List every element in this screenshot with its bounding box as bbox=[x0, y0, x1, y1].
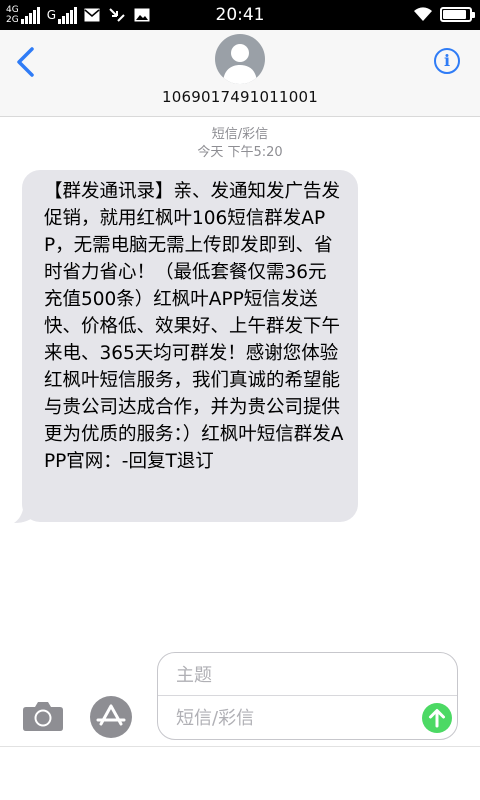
back-button[interactable] bbox=[14, 46, 38, 78]
status-bar: 4G 2G G 20:41 bbox=[0, 0, 480, 30]
conversation-header: 1069017491011001 i bbox=[0, 30, 480, 117]
wifi-icon bbox=[414, 7, 432, 22]
compose-divider bbox=[158, 695, 457, 696]
message-timestamp: 今天 下午5:20 bbox=[197, 145, 283, 160]
subject-input[interactable] bbox=[174, 659, 448, 691]
contact-avatar[interactable] bbox=[215, 34, 265, 84]
incoming-message-bubble[interactable]: 【群发通讯录】亲、发通知发广告发促销，就用红枫叶106短信群发APP，无需电脑无… bbox=[22, 170, 358, 522]
status-time: 20:41 bbox=[215, 5, 265, 25]
battery-icon bbox=[440, 6, 475, 22]
info-icon: i bbox=[443, 51, 451, 70]
conversation-meta: 短信/彩信 今天 下午5:20 bbox=[0, 126, 480, 162]
contact-number[interactable]: 1069017491011001 bbox=[0, 88, 480, 106]
app-store-icon bbox=[96, 704, 126, 726]
bottom-divider bbox=[0, 746, 480, 747]
info-button[interactable]: i bbox=[434, 48, 460, 74]
camera-icon bbox=[23, 702, 63, 731]
compose-box bbox=[157, 652, 458, 740]
send-button[interactable] bbox=[422, 703, 452, 733]
app-store-button[interactable] bbox=[90, 696, 132, 738]
battery-level bbox=[443, 9, 467, 19]
person-silhouette-icon bbox=[223, 44, 257, 84]
chevron-left-icon bbox=[17, 47, 34, 77]
service-label: 短信/彩信 bbox=[211, 127, 269, 142]
message-text: 【群发通讯录】亲、发通知发广告发促销，就用红枫叶106短信群发APP，无需电脑无… bbox=[44, 181, 344, 472]
status-right bbox=[412, 5, 475, 23]
message-input[interactable] bbox=[174, 702, 418, 734]
camera-button[interactable] bbox=[22, 700, 64, 732]
arrow-up-icon bbox=[429, 709, 445, 728]
